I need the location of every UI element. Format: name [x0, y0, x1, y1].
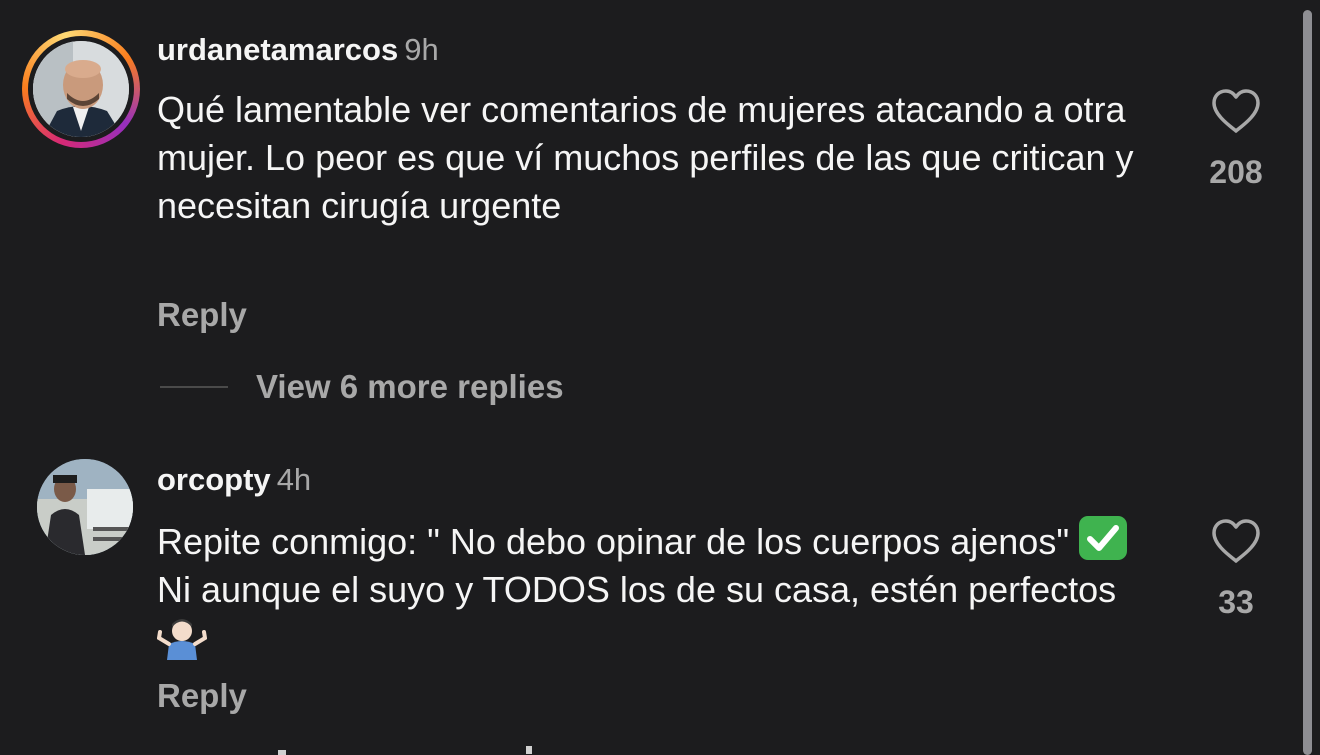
like-count: 33 — [1218, 584, 1254, 620]
like-button[interactable]: 208 — [1186, 88, 1286, 191]
comment-header: orcopty 4h — [157, 461, 311, 499]
heart-outline-icon — [1212, 89, 1260, 133]
next-comment-cutoff — [278, 746, 532, 755]
comment-text: Qué lamentable ver comentarios de mujere… — [157, 89, 1134, 226]
reply-button[interactable]: Reply — [157, 677, 247, 715]
reply-button[interactable]: Reply — [157, 296, 247, 334]
username[interactable]: orcopty — [157, 462, 271, 497]
check-mark-button-emoji — [1079, 516, 1128, 560]
comment-text-part1: Repite conmigo: " No debo opinar de los … — [157, 521, 1070, 562]
view-replies-label: View 6 more replies — [256, 368, 564, 405]
avatar[interactable] — [37, 459, 133, 555]
avatar[interactable] — [22, 30, 140, 148]
comment-time: 4h — [276, 462, 312, 497]
comment-time: 9h — [404, 32, 439, 67]
comment-text-part2: Ni aunque el suyo y TODOS los de su casa… — [157, 569, 1117, 610]
view-more-replies[interactable]: View 6 more replies — [160, 365, 564, 409]
comment-text: Repite conmigo: " No debo opinar de los … — [156, 516, 1147, 664]
man-shrugging-emoji — [156, 614, 208, 660]
comments-panel: urdanetamarcos 9h Qué lamentable ver come… — [0, 0, 1320, 755]
scrollbar[interactable] — [1303, 10, 1312, 755]
username[interactable]: urdanetamarcos — [157, 32, 398, 67]
divider-line — [160, 386, 228, 388]
avatar-photo — [33, 41, 129, 137]
comment-header: urdanetamarcos 9h — [157, 31, 439, 69]
heart-outline-icon — [1212, 519, 1260, 563]
like-count: 208 — [1209, 154, 1263, 190]
like-button[interactable]: 33 — [1186, 518, 1286, 621]
